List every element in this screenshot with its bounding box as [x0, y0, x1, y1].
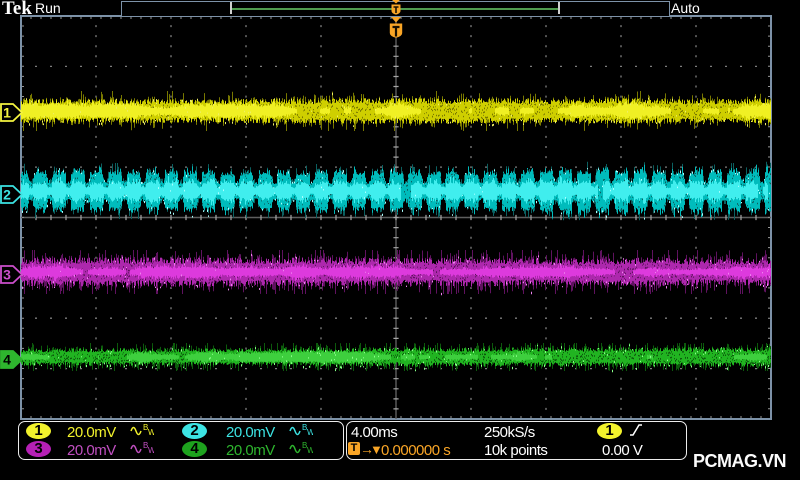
svg-text:3: 3 — [3, 267, 11, 283]
svg-text:2: 2 — [3, 187, 11, 203]
svg-text:W: W — [307, 446, 313, 455]
svg-text:W: W — [148, 446, 154, 455]
svg-text:1: 1 — [3, 105, 11, 121]
svg-text:4: 4 — [3, 352, 11, 368]
svg-text:W: W — [148, 428, 154, 437]
svg-text:W: W — [307, 428, 313, 437]
